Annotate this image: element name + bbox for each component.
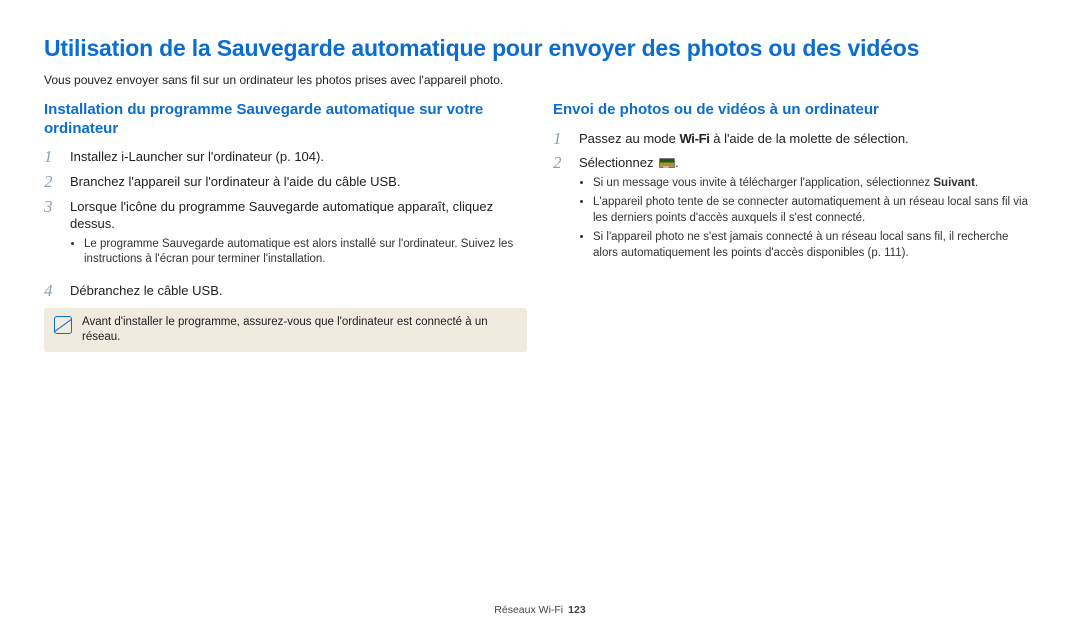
step-number: 1 — [553, 130, 567, 149]
left-step-1: 1 Installez i-Launcher sur l'ordinateur … — [44, 148, 527, 167]
step-body: Lorsque l'icône du programme Sauvegarde … — [70, 198, 527, 276]
bullet-item: Le programme Sauvegarde automatique est … — [84, 237, 527, 268]
intro-text: Vous pouvez envoyer sans fil sur un ordi… — [44, 73, 1036, 87]
step-number: 2 — [44, 173, 58, 192]
step-text: Branchez l'appareil sur l'ordinateur à l… — [70, 173, 527, 192]
step-number: 4 — [44, 282, 58, 301]
bullet-text-prefix: Si un message vous invite à télécharger … — [593, 177, 933, 189]
left-step-4: 4 Débranchez le câble USB. — [44, 282, 527, 301]
note-text: Avant d'installer le programme, assurez-… — [82, 315, 517, 345]
step-text-post: à l'aide de la molette de sélection. — [710, 131, 909, 146]
step-text-post: . — [675, 155, 679, 170]
left-step-2: 2 Branchez l'appareil sur l'ordinateur à… — [44, 173, 527, 192]
bullet-bold: Suivant — [933, 177, 975, 189]
right-step-1: 1 Passez au mode Wi-Fi à l'aide de la mo… — [553, 130, 1036, 149]
content-columns: Installation du programme Sauvegarde aut… — [44, 101, 1036, 353]
page-footer: Réseaux Wi-Fi 123 — [0, 604, 1080, 616]
document-page: Utilisation de la Sauvegarde automatique… — [0, 0, 1080, 630]
step-body: Sélectionnez . Si un message vous invite… — [579, 154, 1036, 269]
step-bullets: Si un message vous invite à télécharger … — [579, 176, 1036, 262]
wifi-icon: Wi-Fi — [679, 131, 709, 146]
left-column: Installation du programme Sauvegarde aut… — [44, 101, 527, 353]
page-number: 123 — [568, 604, 586, 616]
step-text-pre: Sélectionnez — [579, 155, 657, 170]
step-text-pre: Passez au mode — [579, 131, 679, 146]
footer-section: Réseaux Wi-Fi — [494, 604, 563, 616]
step-number: 3 — [44, 198, 58, 276]
note-box: Avant d'installer le programme, assurez-… — [44, 308, 527, 352]
bullet-item: Si l'appareil photo ne s'est jamais conn… — [593, 230, 1036, 261]
step-body: Passez au mode Wi-Fi à l'aide de la mole… — [579, 130, 1036, 149]
page-title: Utilisation de la Sauvegarde automatique… — [44, 34, 1036, 63]
step-bullets: Le programme Sauvegarde automatique est … — [70, 237, 527, 268]
right-section-heading: Envoi de photos ou de vidéos à un ordina… — [553, 101, 1036, 120]
step-text: Débranchez le câble USB. — [70, 282, 527, 301]
bullet-text-suffix: . — [975, 177, 978, 189]
bullet-item: Si un message vous invite à télécharger … — [593, 176, 1036, 192]
step-text: Installez i-Launcher sur l'ordinateur (p… — [70, 148, 527, 167]
right-column: Envoi de photos ou de vidéos à un ordina… — [553, 101, 1036, 353]
note-icon — [54, 316, 72, 334]
pc-backup-icon — [659, 158, 673, 168]
step-number: 2 — [553, 154, 567, 269]
left-step-3: 3 Lorsque l'icône du programme Sauvegard… — [44, 198, 527, 276]
right-step-2: 2 Sélectionnez . Si un message vous invi… — [553, 154, 1036, 269]
right-steps: 1 Passez au mode Wi-Fi à l'aide de la mo… — [553, 130, 1036, 270]
step-number: 1 — [44, 148, 58, 167]
bullet-item: L'appareil photo tente de se connecter a… — [593, 195, 1036, 226]
left-section-heading: Installation du programme Sauvegarde aut… — [44, 101, 527, 139]
left-steps: 1 Installez i-Launcher sur l'ordinateur … — [44, 148, 527, 300]
step-text: Lorsque l'icône du programme Sauvegarde … — [70, 199, 493, 232]
